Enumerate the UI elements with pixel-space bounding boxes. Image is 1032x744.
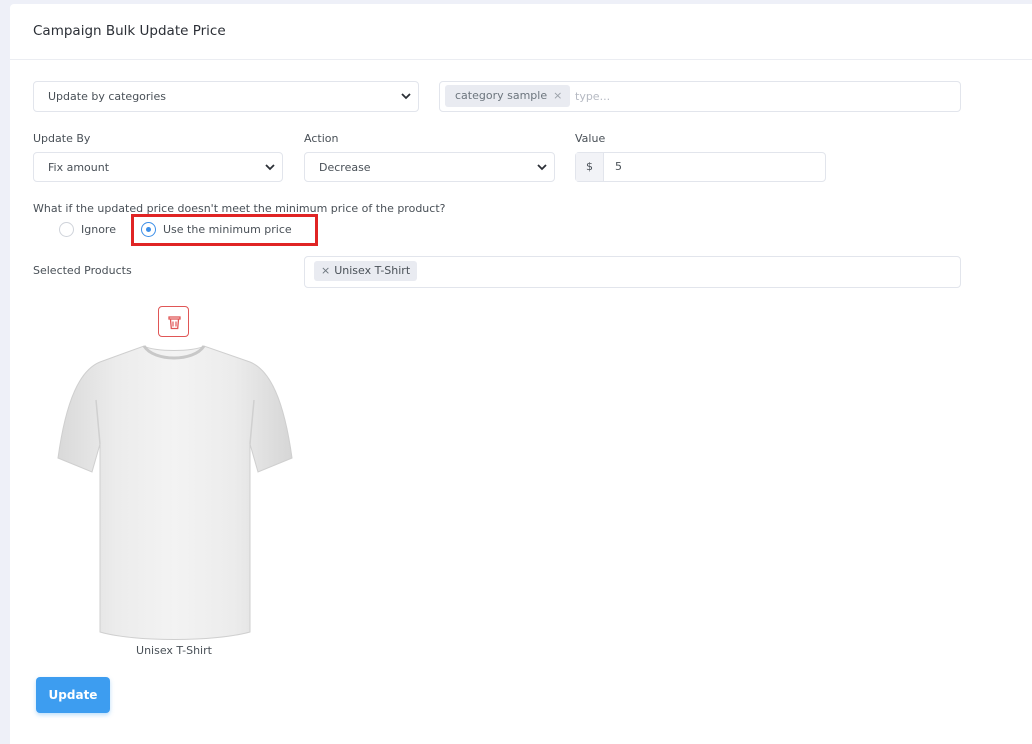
action-select[interactable]: Decrease xyxy=(304,152,555,182)
delete-product-button[interactable] xyxy=(158,306,189,337)
selected-products-label: Selected Products xyxy=(33,264,132,277)
radio-ignore-button[interactable] xyxy=(59,222,74,237)
chevron-down-icon xyxy=(401,93,411,100)
card-header: Campaign Bulk Update Price xyxy=(10,4,1032,60)
page-title: Campaign Bulk Update Price xyxy=(33,23,226,39)
annotation-highlight-box xyxy=(131,214,318,246)
chevron-down-icon xyxy=(537,164,547,171)
update-button[interactable]: Update xyxy=(36,677,110,713)
update-mode-value: Update by categories xyxy=(48,90,166,103)
update-by-label: Update By xyxy=(33,132,91,145)
category-input-placeholder[interactable]: type... xyxy=(575,90,610,103)
radio-ignore-label[interactable]: Ignore xyxy=(81,223,116,236)
category-tag: category sample × xyxy=(445,85,571,107)
category-tag-label: category sample xyxy=(455,89,548,102)
value-input[interactable]: 5 xyxy=(615,160,622,173)
category-tag-input[interactable]: category sample × type... xyxy=(439,81,961,112)
currency-prefix: $ xyxy=(576,153,604,181)
chevron-down-icon xyxy=(265,164,275,171)
value-label: Value xyxy=(575,132,606,145)
update-by-value: Fix amount xyxy=(48,161,110,174)
update-mode-select[interactable]: Update by categories xyxy=(33,81,419,112)
value-input-group: $ 5 xyxy=(575,152,826,182)
selected-products-input[interactable]: × Unisex T-Shirt xyxy=(304,256,961,288)
tag-remove-icon[interactable]: × xyxy=(553,89,562,102)
product-tag-label: Unisex T-Shirt xyxy=(334,264,411,277)
action-label: Action xyxy=(304,132,339,145)
product-name: Unisex T-Shirt xyxy=(136,644,212,657)
trash-icon xyxy=(168,316,181,330)
bulk-update-card: Campaign Bulk Update Price Update by cat… xyxy=(10,4,1032,744)
product-tag: × Unisex T-Shirt xyxy=(314,261,418,281)
action-value: Decrease xyxy=(319,161,371,174)
update-by-select[interactable]: Fix amount xyxy=(33,152,283,182)
tshirt-product-image xyxy=(57,345,293,640)
tag-remove-icon[interactable]: × xyxy=(321,264,330,277)
